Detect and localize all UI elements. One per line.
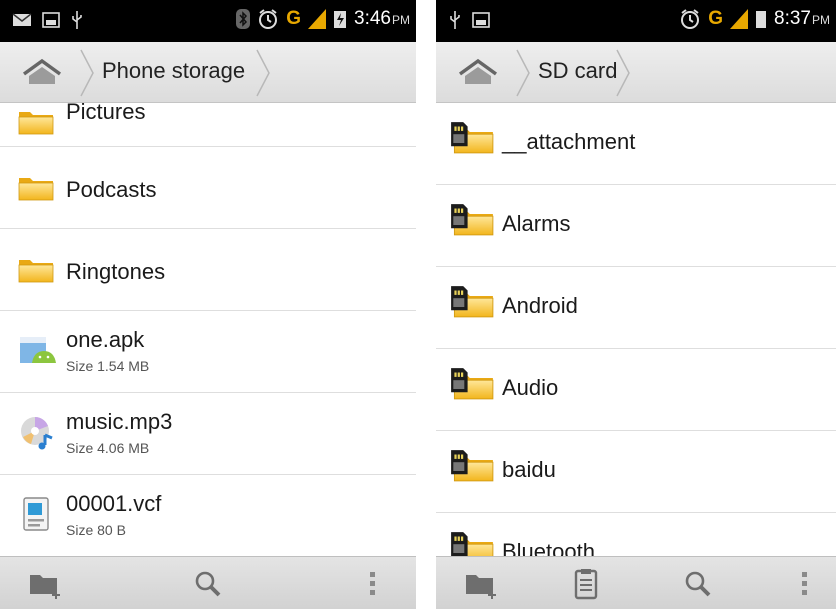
usb-icon <box>72 11 82 29</box>
folder-name: __attachment <box>502 129 636 154</box>
file-name: music.mp3 <box>66 409 173 434</box>
breadcrumb-phone-storage[interactable]: Phone storage <box>102 58 245 84</box>
sd-folder-icon <box>450 121 494 154</box>
usb-icon <box>450 11 460 29</box>
network-type: G <box>286 8 302 29</box>
list-item[interactable]: Pictures <box>0 103 416 147</box>
sd-folder-icon <box>450 367 494 400</box>
clock: 3:46 <box>354 8 391 29</box>
file-name: one.apk <box>66 327 145 352</box>
signal-icon <box>308 9 327 29</box>
breadcrumb-sd-card[interactable]: SD card <box>538 58 617 84</box>
list-item[interactable]: Podcasts <box>0 147 416 229</box>
file-list: Pictures Podcasts Ringtones one.apk Size… <box>0 103 416 557</box>
list-item[interactable]: Alarms <box>436 185 836 267</box>
file-size: Size 1.54 MB <box>66 358 150 374</box>
folder-icon <box>18 257 54 283</box>
clipboard-icon[interactable] <box>566 567 606 601</box>
status-bar: G 8:37PM <box>436 0 836 42</box>
breadcrumb-separator <box>256 49 270 97</box>
clock: 8:37 <box>774 8 811 29</box>
folder-icon <box>18 175 54 201</box>
list-item[interactable]: one.apk Size 1.54 MB <box>0 311 416 393</box>
bottom-action-bar <box>0 556 416 609</box>
folder-name: Android <box>502 293 578 318</box>
home-icon[interactable] <box>456 56 500 90</box>
list-item[interactable]: __attachment <box>436 103 836 185</box>
signal-icon <box>730 9 749 29</box>
sd-card-screen: G 8:37PM SD card __attachment Alarms And… <box>436 0 836 609</box>
list-item[interactable]: Ringtones <box>0 229 416 311</box>
bottom-action-bar <box>436 556 836 609</box>
status-bar: G 3:46PM <box>0 0 416 42</box>
file-list: __attachment Alarms Android Audio baidu … <box>436 103 836 557</box>
title-bar: Phone storage <box>0 42 416 103</box>
list-item[interactable]: 00001.vcf Size 80 B <box>0 475 416 557</box>
email-icon <box>12 13 32 26</box>
sd-folder-icon <box>450 531 494 557</box>
android-apk-icon <box>20 337 56 363</box>
sd-folder-icon <box>450 449 494 482</box>
list-item[interactable]: baidu <box>436 431 836 513</box>
file-name: 00001.vcf <box>66 491 162 516</box>
overflow-menu-icon[interactable] <box>784 567 824 601</box>
music-file-icon <box>21 417 53 450</box>
overflow-menu-icon[interactable] <box>352 567 392 601</box>
folder-icon <box>18 109 54 135</box>
new-folder-icon[interactable] <box>24 567 64 601</box>
folder-name: baidu <box>502 457 556 482</box>
folder-name: Audio <box>502 375 559 400</box>
list-item[interactable]: Android <box>436 267 836 349</box>
breadcrumb-separator <box>616 49 630 97</box>
search-icon[interactable] <box>678 567 718 601</box>
screenshot-icon <box>42 12 60 28</box>
alarm-icon <box>259 9 278 29</box>
list-item[interactable]: Bluetooth <box>436 513 836 557</box>
list-item[interactable]: Audio <box>436 349 836 431</box>
screen-gap <box>416 0 436 609</box>
contact-card-icon <box>23 497 49 531</box>
folder-name: Alarms <box>502 211 571 236</box>
alarm-icon <box>681 9 700 29</box>
file-size: Size 4.06 MB <box>66 440 150 456</box>
list-item[interactable]: music.mp3 Size 4.06 MB <box>0 393 416 475</box>
file-name: Pictures <box>66 103 146 124</box>
file-name: Podcasts <box>66 177 157 202</box>
breadcrumb-separator <box>516 49 530 97</box>
breadcrumb-separator <box>80 49 94 97</box>
battery-icon <box>756 11 767 28</box>
file-size: Size 80 B <box>66 522 126 538</box>
phone-storage-screen: G 3:46PM Phone storage Pictures Podcasts… <box>0 0 416 609</box>
battery-charging-icon <box>334 11 347 28</box>
home-icon[interactable] <box>20 56 64 90</box>
sd-folder-icon <box>450 285 494 318</box>
search-icon[interactable] <box>188 567 228 601</box>
new-folder-icon[interactable] <box>460 567 500 601</box>
clock-ampm: PM <box>392 13 410 27</box>
screenshot-icon <box>472 12 490 28</box>
folder-name: Bluetooth <box>502 539 595 557</box>
file-name: Ringtones <box>66 259 166 284</box>
clock-ampm: PM <box>812 13 830 27</box>
network-type: G <box>708 8 724 29</box>
bluetooth-icon <box>236 9 251 29</box>
title-bar: SD card <box>436 42 836 103</box>
sd-folder-icon <box>450 203 494 236</box>
